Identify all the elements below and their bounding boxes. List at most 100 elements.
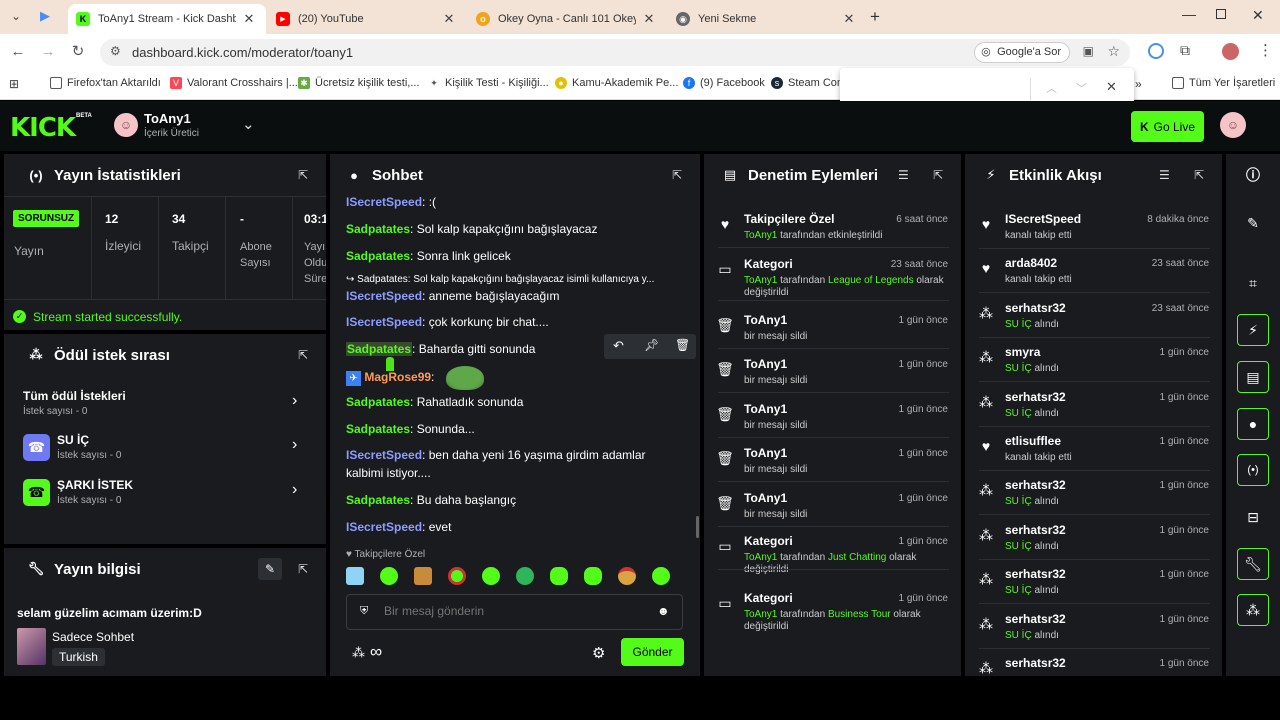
emote[interactable] xyxy=(482,567,500,585)
chat-username[interactable]: Sadpatates xyxy=(346,249,410,263)
chat-username[interactable]: ISecretSpeed xyxy=(346,289,422,303)
points-icon[interactable]: ⁂ xyxy=(352,645,365,661)
emoji-icon[interactable]: ☻ xyxy=(657,604,670,618)
actor-name[interactable]: ToAny1 xyxy=(744,275,777,286)
chat-scrollbar[interactable] xyxy=(696,516,699,538)
emote[interactable] xyxy=(584,567,602,585)
screenshot-icon[interactable]: ⌗ xyxy=(1237,267,1269,299)
site-info-icon[interactable]: ⚙ xyxy=(110,44,121,58)
close-tab-icon[interactable]: ✕ xyxy=(842,11,856,27)
lightning-icon[interactable]: ⚡︎ xyxy=(1237,314,1269,346)
close-tab-icon[interactable]: ✕ xyxy=(642,11,656,27)
popout-icon[interactable]: ⇱ xyxy=(670,168,684,182)
kick-logo[interactable]: KICK xyxy=(10,113,76,143)
bookmarks-overflow-icon[interactable]: » xyxy=(1135,77,1142,91)
emote[interactable] xyxy=(516,567,534,585)
activity-username[interactable]: serhatsr32 xyxy=(1005,390,1066,404)
new-tab-icon[interactable]: + xyxy=(870,7,880,27)
reward-icon[interactable]: ⁂ xyxy=(1237,594,1269,626)
find-close-icon[interactable]: ✕ xyxy=(1106,79,1117,95)
emote[interactable] xyxy=(414,567,432,585)
emote[interactable] xyxy=(346,567,364,585)
back-icon[interactable]: ← xyxy=(8,42,28,62)
bookmark-valorant[interactable]: V Valorant Crosshairs |... xyxy=(170,77,298,89)
go-live-button[interactable]: K Go Live xyxy=(1131,111,1204,142)
wrench-icon[interactable]: 🔧︎ xyxy=(1237,548,1269,580)
chat-settings-gear-icon[interactable]: ⚙ xyxy=(592,644,605,662)
bookmark-kamu-akademik[interactable]: ● Kamu-Akademik Pe... xyxy=(555,77,678,89)
reward-row-su-ic[interactable]: ☎ SU İÇ İstek sayısı - 0 › xyxy=(4,424,326,468)
close-tab-icon[interactable]: ✕ xyxy=(242,11,256,27)
activity-username[interactable]: serhatsr32 xyxy=(1005,656,1066,670)
pin-icon[interactable]: 📌︎ xyxy=(644,338,659,352)
bookmark-facebook[interactable]: f (9) Facebook xyxy=(683,77,765,89)
actor-name[interactable]: ToAny1 xyxy=(744,230,777,241)
popout-icon[interactable]: ⇱ xyxy=(296,168,310,182)
header-avatar[interactable]: ☺ xyxy=(1220,112,1246,138)
actor-name[interactable]: ToAny1 xyxy=(744,552,777,563)
tab-new[interactable]: ◉ Yeni Sekme ✕ xyxy=(668,4,866,34)
profile-avatar-icon[interactable] xyxy=(1222,43,1239,60)
bookmark-steam[interactable]: s Steam Com xyxy=(771,77,846,89)
chat-username[interactable]: ISecretSpeed xyxy=(346,448,422,462)
chat-username[interactable]: MagRose99 xyxy=(364,370,431,384)
find-next-icon[interactable]: ﹀ xyxy=(1076,80,1087,96)
chat-username[interactable]: Sadpatates xyxy=(346,422,410,436)
chat-bubble-icon[interactable]: ● xyxy=(1237,408,1269,440)
broadcast-icon[interactable]: (•) xyxy=(1237,454,1269,486)
bookmark-kisilik-testi[interactable]: ✦ Kişilik Testi - Kişiliği... xyxy=(428,77,549,89)
media-play-icon[interactable]: ▶ xyxy=(40,8,56,24)
find-prev-icon[interactable]: ︿ xyxy=(1046,80,1057,96)
send-button[interactable]: Gönder xyxy=(621,638,684,666)
popout-icon[interactable]: ⇱ xyxy=(931,168,945,182)
delete-icon[interactable]: 🗑︎ xyxy=(675,338,690,352)
activity-username[interactable]: ISecretSpeed xyxy=(1005,212,1081,226)
tab-kick-dashboard[interactable]: K ToAny1 Stream - Kick Dashboar ✕ xyxy=(68,4,266,34)
emote[interactable] xyxy=(380,567,398,585)
edit-pencil-icon[interactable]: ✎ xyxy=(1237,207,1269,239)
minimize-icon[interactable]: — xyxy=(1182,6,1196,22)
activity-username[interactable]: arda8402 xyxy=(1005,256,1057,270)
channel-switch-chevron-icon[interactable]: ⌄ xyxy=(242,115,255,133)
activity-username[interactable]: serhatsr32 xyxy=(1005,301,1066,315)
tab-youtube[interactable]: ▶ (20) YouTube ✕ xyxy=(268,4,466,34)
layout-icon[interactable]: ⊟ xyxy=(1237,501,1269,533)
filter-icon[interactable]: ☰ xyxy=(898,168,909,182)
close-tab-icon[interactable]: ✕ xyxy=(442,11,456,27)
bookmark-all[interactable]: Tüm Yer İşaretleri xyxy=(1172,77,1275,89)
apps-grid-icon[interactable]: ⊞ xyxy=(9,77,19,91)
emote[interactable] xyxy=(618,567,636,585)
bookmark-star-icon[interactable]: ☆ xyxy=(1107,43,1120,60)
actor-name[interactable]: ToAny1 xyxy=(744,609,777,620)
activity-username[interactable]: serhatsr32 xyxy=(1005,478,1066,492)
chat-username[interactable]: Sadpatates xyxy=(346,222,410,236)
emote[interactable] xyxy=(652,567,670,585)
edit-pencil-icon[interactable]: ✎ xyxy=(258,558,282,580)
popout-icon[interactable]: ⇱ xyxy=(296,562,310,576)
extensions-icon[interactable]: ⧉ xyxy=(1180,42,1190,59)
chat-username[interactable]: Sadpatates xyxy=(346,342,413,356)
chat-message-input[interactable] xyxy=(384,604,644,618)
reward-row-song[interactable]: ☎ ŞARKI İSTEK İstek sayısı - 0 › xyxy=(4,469,326,513)
chat-username[interactable]: Sadpatates xyxy=(346,395,410,409)
url-field[interactable]: ⚙ dashboard.kick.com/moderator/toany1 ◎ G… xyxy=(100,39,1130,66)
profile-sync-icon[interactable] xyxy=(1148,43,1164,59)
infinity-icon[interactable]: ∞ xyxy=(370,642,382,662)
popout-icon[interactable]: ⇱ xyxy=(296,348,310,362)
chat-username[interactable]: Sadpatates xyxy=(346,493,410,507)
tab-search-icon[interactable]: ⌄ xyxy=(8,9,24,25)
activity-username[interactable]: etlisufflee xyxy=(1005,434,1061,448)
filter-icon[interactable]: ☰ xyxy=(1159,168,1170,182)
info-icon[interactable]: ⓘ xyxy=(1237,159,1269,191)
chat-username[interactable]: ISecretSpeed xyxy=(346,315,422,329)
reply-icon[interactable]: ↶ xyxy=(613,338,624,354)
restore-icon[interactable] xyxy=(1216,9,1226,19)
chat-username[interactable]: ISecretSpeed xyxy=(346,520,422,534)
google-ask-button[interactable]: ◎ Google'a Sor xyxy=(974,42,1070,63)
reload-icon[interactable]: ↻ xyxy=(68,42,88,62)
document-icon[interactable]: ▤ xyxy=(1237,361,1269,393)
bookmark-folder-firefox[interactable]: Firefox'tan Aktarıldı xyxy=(50,77,161,89)
close-window-icon[interactable]: ✕ xyxy=(1252,7,1264,24)
translate-icon[interactable]: ▣ xyxy=(1083,44,1094,58)
reward-row-all[interactable]: Tüm ödül İstekleri İstek sayısı - 0 › xyxy=(4,380,326,424)
